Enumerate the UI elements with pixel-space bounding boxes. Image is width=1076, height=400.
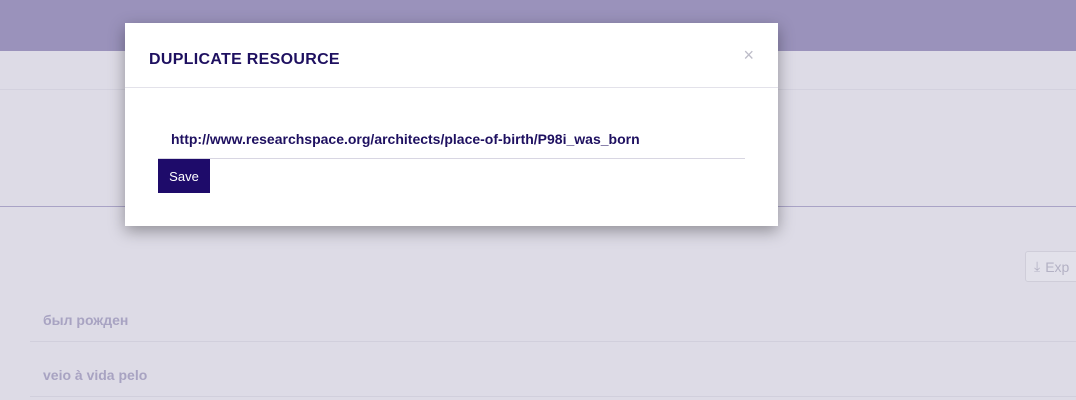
modal-title: DUPLICATE RESOURCE: [149, 51, 340, 68]
duplicate-resource-modal: DUPLICATE RESOURCE × http://www.research…: [125, 23, 778, 226]
list-item-label: veio à vida pelo: [43, 367, 148, 383]
save-button[interactable]: Save: [158, 159, 210, 193]
list-item: был рожден: [30, 312, 1076, 342]
export-label: Exp: [1045, 258, 1070, 275]
close-icon[interactable]: ×: [743, 45, 754, 66]
list-item: veio à vida pelo: [30, 367, 1076, 397]
url-input[interactable]: http://www.researchspace.org/architects/…: [158, 131, 745, 159]
modal-header: DUPLICATE RESOURCE ×: [125, 23, 778, 88]
list-item-label: был рожден: [43, 312, 129, 328]
download-icon: ⤓: [1034, 258, 1041, 274]
export-button[interactable]: ⤓ Exp: [1025, 251, 1076, 282]
